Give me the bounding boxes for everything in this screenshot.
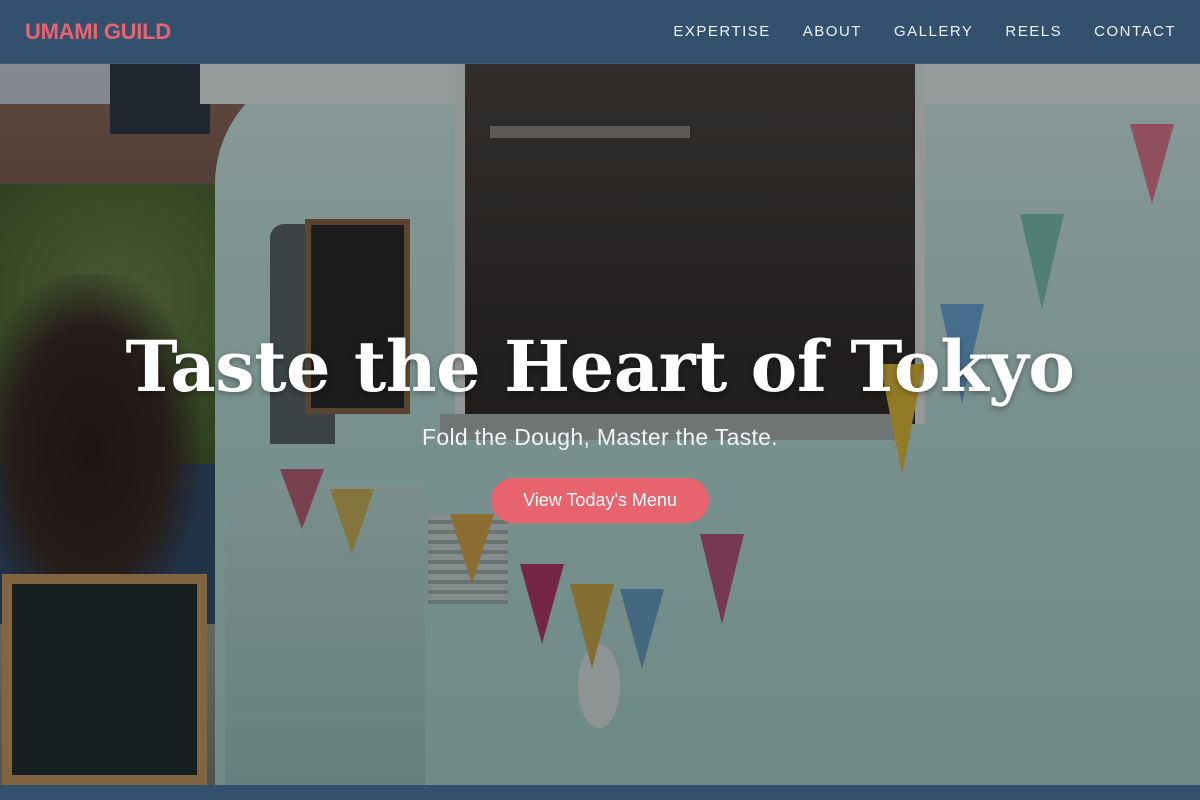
nav-links: EXPERTISE ABOUT GALLERY REELS CONTACT: [673, 23, 1176, 41]
nav-item-reels: REELS: [1005, 23, 1062, 41]
nav-link-contact[interactable]: CONTACT: [1094, 23, 1176, 40]
nav-item-expertise: EXPERTISE: [673, 23, 770, 41]
view-menu-button[interactable]: View Today's Menu: [491, 478, 709, 523]
next-section-edge: [0, 785, 1200, 800]
nav-item-contact: CONTACT: [1094, 23, 1176, 41]
hero-subtitle: Fold the Dough, Master the Taste.: [422, 424, 778, 450]
nav-link-expertise[interactable]: EXPERTISE: [673, 23, 770, 40]
nav-link-reels[interactable]: REELS: [1005, 23, 1062, 40]
nav-item-gallery: GALLERY: [894, 23, 973, 41]
site-logo[interactable]: UMAMI GUILD: [25, 19, 171, 45]
nav-item-about: ABOUT: [803, 23, 862, 41]
hero-content: Taste the Heart of Tokyo Fold the Dough,…: [0, 64, 1200, 785]
nav-link-gallery[interactable]: GALLERY: [894, 23, 973, 40]
hero-section: Taste the Heart of Tokyo Fold the Dough,…: [0, 64, 1200, 785]
top-navbar: UMAMI GUILD EXPERTISE ABOUT GALLERY REEL…: [0, 0, 1200, 64]
hero-title: Taste the Heart of Tokyo: [125, 325, 1075, 408]
nav-link-about[interactable]: ABOUT: [803, 23, 862, 40]
